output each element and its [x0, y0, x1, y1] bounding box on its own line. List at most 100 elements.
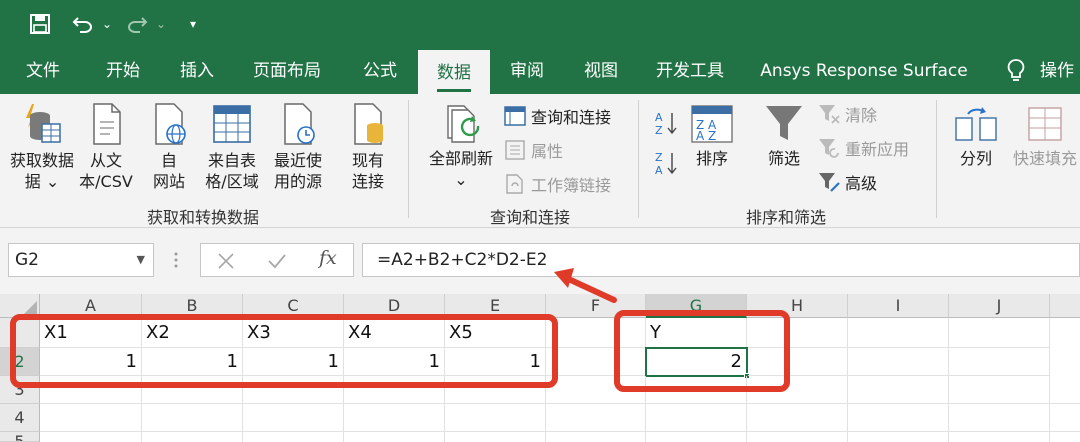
get-data-label: 获取数据: [10, 151, 75, 170]
get-data-button[interactable]: 获取数据 据 ⌄: [10, 102, 74, 192]
tab-page-layout[interactable]: 页面布局: [244, 48, 330, 94]
cell-i2[interactable]: [848, 348, 949, 376]
grid-line: [948, 376, 949, 442]
tab-view[interactable]: 视图: [572, 48, 630, 94]
lightbulb-icon[interactable]: [1000, 48, 1032, 94]
group-label-sort-filter: 排序和筛选: [745, 208, 826, 227]
title-bar: ⌄ ⌄ ▾: [0, 0, 1080, 48]
from-text-csv-button[interactable]: 从文 本/CSV: [76, 102, 136, 192]
formula-input[interactable]: =A2+B2+C2*D2-E2: [362, 243, 1080, 277]
tab-formulas[interactable]: 公式: [350, 48, 410, 94]
filter-button[interactable]: 筛选: [756, 104, 812, 169]
properties-icon: [505, 140, 525, 160]
worksheet-grid: A B C D E F G H I J 2 3 4 5 X1 X2 X3 X4 …: [0, 294, 1080, 442]
clear-filter-button[interactable]: 清除: [818, 102, 877, 126]
tab-ansys-response-surface[interactable]: Ansys Response Surface: [756, 48, 972, 94]
cell-i1[interactable]: [848, 318, 949, 348]
tab-home[interactable]: 开始: [92, 48, 154, 94]
group-label-queries: 查询和连接: [489, 208, 570, 227]
existing-connections-button[interactable]: 现有 连接: [342, 102, 394, 192]
workbook-links-label: 工作簿链接: [531, 176, 612, 195]
existing-label-2: 连接: [351, 172, 384, 191]
text-file-icon: [93, 103, 121, 145]
flash-fill-icon: [1028, 107, 1062, 141]
text-to-columns-button[interactable]: 分列: [948, 104, 1004, 169]
reapply-button[interactable]: 重新应用: [818, 136, 909, 160]
cell-j1[interactable]: [949, 318, 1050, 348]
row-header-4[interactable]: 4: [0, 404, 40, 432]
splitter-handle[interactable]: [174, 250, 178, 270]
advanced-label: 高级: [845, 174, 878, 193]
from-text-label-2: 本/CSV: [79, 172, 133, 191]
redo-dropdown-icon[interactable]: ⌄: [154, 10, 168, 38]
from-web-label: 自: [160, 151, 177, 170]
sort-button[interactable]: Z AA Z 排序: [686, 104, 738, 169]
existing-connections-icon: [354, 103, 383, 145]
sort-descending-button[interactable]: ZA: [654, 150, 678, 176]
from-text-label: 从文: [89, 151, 122, 170]
tab-file[interactable]: 文件: [12, 48, 74, 94]
annotation-box-inputs: [10, 314, 558, 388]
clear-filter-icon: [819, 105, 840, 124]
workbook-links-icon: [506, 174, 523, 194]
refresh-icon: [447, 105, 480, 143]
refresh-all-label: 全部刷新: [428, 149, 493, 168]
column-header-j[interactable]: J: [949, 294, 1050, 318]
sort-label: 排序: [695, 149, 728, 168]
group-separator: [638, 100, 639, 218]
properties-button[interactable]: 属性: [504, 138, 563, 162]
ribbon-tabs: 文件 开始 插入 页面布局 公式 数据 审阅 视图 开发工具 Ansys Res…: [0, 48, 1080, 94]
filter-label: 筛选: [767, 149, 800, 168]
workbook-links-button[interactable]: 工作簿链接: [504, 172, 611, 196]
flash-fill-button[interactable]: 快速填充: [1010, 104, 1080, 169]
formula-buttons: fx: [200, 243, 354, 277]
queries-connections-icon: [504, 106, 526, 126]
from-web-label-2: 网站: [152, 172, 185, 191]
svg-text:Z: Z: [655, 151, 663, 164]
web-page-icon: [155, 103, 186, 145]
annotation-arrow-icon: [554, 268, 617, 303]
recent-sources-button[interactable]: 最近使 用的源: [266, 102, 330, 192]
tab-tell-me[interactable]: 操作: [1040, 48, 1080, 94]
undo-dropdown-icon[interactable]: ⌄: [100, 10, 114, 38]
from-table-range-button[interactable]: 来自表 格/区域: [200, 102, 264, 192]
sort-z-a-icon: ZA: [655, 151, 677, 176]
cancel-icon[interactable]: [217, 252, 235, 270]
name-box-dropdown-icon[interactable]: ▼: [137, 244, 145, 276]
column-header-overflow: [1050, 294, 1080, 318]
column-header-i[interactable]: I: [848, 294, 949, 318]
insert-function-icon[interactable]: fx: [319, 247, 337, 269]
undo-icon[interactable]: [70, 10, 96, 38]
tab-data[interactable]: 数据: [418, 48, 490, 94]
cell-j2[interactable]: [949, 348, 1050, 376]
customize-toolbar-icon[interactable]: ▾: [184, 10, 202, 38]
properties-label: 属性: [531, 142, 564, 161]
sort-ascending-button[interactable]: AZ: [654, 110, 678, 136]
advanced-filter-button[interactable]: 高级: [818, 170, 877, 194]
split-columns-icon: [955, 107, 997, 141]
advanced-filter-icon: [819, 173, 840, 192]
redo-icon[interactable]: [124, 10, 150, 38]
grid-line: [1049, 376, 1050, 442]
name-box[interactable]: G2 ▼: [8, 243, 154, 277]
get-data-label-2: 据 ⌄: [24, 172, 60, 191]
group-label-get-transform: 获取和转换数据: [146, 208, 259, 227]
row-header-5[interactable]: 5: [0, 432, 40, 442]
tab-review[interactable]: 审阅: [498, 48, 556, 94]
enter-check-icon[interactable]: [267, 252, 287, 270]
save-icon[interactable]: [26, 10, 54, 38]
tab-data-label: 数据: [437, 63, 471, 92]
formula-bar: G2 ▼ fx =A2+B2+C2*D2-E2: [0, 228, 1080, 294]
refresh-all-button[interactable]: 全部刷新 ⌄: [420, 104, 502, 190]
group-separator: [936, 100, 937, 218]
existing-label: 现有: [351, 151, 384, 170]
refresh-all-dropdown-icon: ⌄: [454, 170, 468, 189]
svg-text:A Z: A Z: [696, 129, 716, 143]
queries-connections-button[interactable]: 查询和连接: [504, 104, 611, 128]
sort-icon: Z AA Z: [691, 105, 733, 143]
from-web-button[interactable]: 自 网站: [142, 102, 196, 192]
tab-developer[interactable]: 开发工具: [646, 48, 734, 94]
tab-insert[interactable]: 插入: [166, 48, 228, 94]
annotation-box-output: [614, 310, 790, 392]
grid-line: [847, 376, 848, 442]
